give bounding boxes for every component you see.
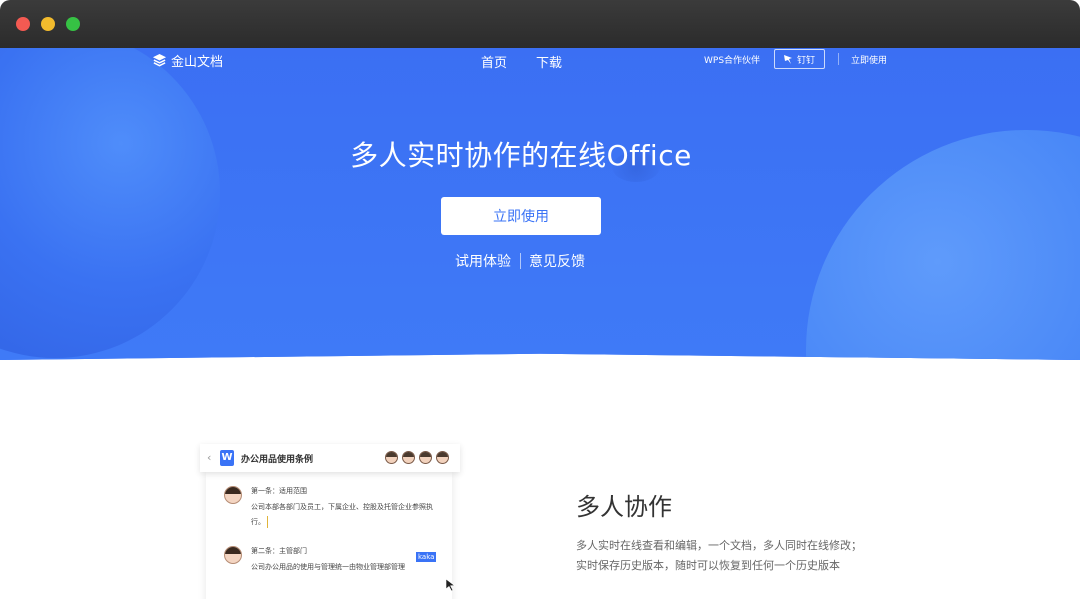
window-titlebar xyxy=(0,0,1080,48)
close-window-button[interactable] xyxy=(16,17,30,31)
back-arrow-icon[interactable]: ‹ xyxy=(207,451,211,464)
nav-link-download[interactable]: 下载 xyxy=(536,52,562,71)
hero-sublinks: 试用体验 意见反馈 xyxy=(455,251,585,271)
document-header: ‹ W 办公用品使用条例 xyxy=(200,444,460,472)
feedback-link[interactable]: 意见反馈 xyxy=(529,251,585,271)
mouse-pointer-icon xyxy=(445,578,456,592)
maximize-window-button[interactable] xyxy=(66,17,80,31)
trial-link[interactable]: 试用体验 xyxy=(455,251,511,271)
nav-divider xyxy=(838,53,839,65)
top-navigation: 金山文档 首页 下载 WPS合作伙伴 钉钉 立即使用 xyxy=(0,48,1080,72)
dingding-icon xyxy=(783,54,792,64)
clause-text: 公司办公用品的使用与管理统一由物业管理部管理 xyxy=(251,563,405,571)
browser-window: 金山文档 首页 下载 WPS合作伙伴 钉钉 立即使用 多人实时协作的在线Offi… xyxy=(0,0,1080,599)
document-preview-card: 第一条：适用范围 公司本部各部门及员工，下属企业、控股及托管企业参照执行。 第二… xyxy=(200,444,460,599)
minimize-window-button[interactable] xyxy=(41,17,55,31)
nav-link-home[interactable]: 首页 xyxy=(481,52,507,71)
avatar xyxy=(419,451,432,464)
word-doc-icon: W xyxy=(220,450,234,466)
use-now-button[interactable]: 立即使用 xyxy=(441,197,601,235)
document-body: 第一条：适用范围 公司本部各部门及员工，下属企业、控股及托管企业参照执行。 第二… xyxy=(206,472,456,599)
avatar xyxy=(224,486,242,504)
hero-title: 多人实时协作的在线Office xyxy=(350,139,692,172)
collaborator-cursor-tag: kaka xyxy=(416,552,437,562)
clause-heading: 第一条：适用范围 xyxy=(251,487,307,495)
clause-text: 公司本部各部门及员工，下属企业、控股及托管企业参照执行。 xyxy=(251,503,433,528)
clause-heading: 第二条：主管部门 xyxy=(251,547,307,555)
logo-text: 金山文档 xyxy=(171,55,224,70)
feature-title: 多人协作 xyxy=(576,493,672,521)
sublink-divider xyxy=(520,253,521,269)
nav-link-wps-partner[interactable]: WPS合作伙伴 xyxy=(704,53,760,66)
avatar xyxy=(224,546,242,564)
collaborator-avatars xyxy=(385,451,449,464)
hero-banner: 金山文档 首页 下载 WPS合作伙伴 钉钉 立即使用 多人实时协作的在线Offi… xyxy=(0,48,1080,360)
logo[interactable]: 金山文档 xyxy=(152,51,223,70)
avatar xyxy=(436,451,449,464)
layers-logo-icon xyxy=(152,53,167,67)
nav-use-now-link[interactable]: 立即使用 xyxy=(851,53,887,66)
document-title: 办公用品使用条例 xyxy=(241,455,314,465)
avatar xyxy=(385,451,398,464)
feature-description: 多人实时在线查看和编辑，一个文档，多人同时在线修改； 实时保存历史版本，随时可以… xyxy=(576,536,896,576)
dingding-label: 钉钉 xyxy=(796,55,815,66)
text-cursor xyxy=(267,516,268,528)
avatar xyxy=(402,451,415,464)
feature-desc-line: 多人实时在线查看和编辑，一个文档，多人同时在线修改； xyxy=(576,539,862,552)
feature-desc-line: 实时保存历史版本，随时可以恢复到任何一个历史版本 xyxy=(576,559,840,572)
dingding-button[interactable]: 钉钉 xyxy=(774,49,825,69)
